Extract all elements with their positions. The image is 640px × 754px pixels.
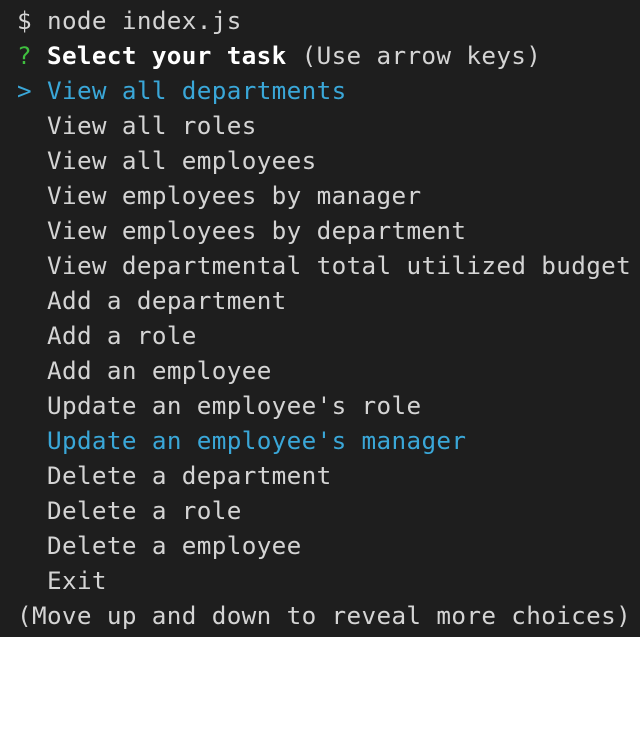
question-hint: (Use arrow keys) [301,41,542,70]
menu-item-label: View employees by manager [47,181,422,210]
menu-item[interactable]: View all roles [0,108,640,143]
menu-item-label: View all departments [47,76,347,105]
menu-item-label: Delete a department [47,461,332,490]
menu-item-label: View all employees [47,146,317,175]
command-text: node index.js [46,6,242,35]
question-line: ? Select your task (Use arrow keys) [0,38,640,73]
menu-item[interactable]: Add a department [0,283,640,318]
menu-item-label: Update an employee's manager [47,426,467,455]
selection-pointer: > [17,76,32,105]
menu-item[interactable]: Delete a employee [0,528,640,563]
menu-item-label: View all roles [47,111,257,140]
menu-item[interactable]: View employees by department [0,213,640,248]
menu-item[interactable]: Delete a department [0,458,640,493]
menu-item[interactable]: View departmental total utilized budget [0,248,640,283]
menu-item[interactable]: Update an employee's manager [0,423,640,458]
menu-item-label: Add a department [47,286,287,315]
menu-item[interactable]: Update an employee's role [0,388,640,423]
menu-item-label: Update an employee's role [47,391,422,420]
menu-item[interactable]: Exit [0,563,640,598]
task-menu[interactable]: > View all departments View all roles View … [0,73,640,598]
question-marker: ? [17,41,32,70]
menu-item[interactable]: > View all departments [0,73,640,108]
menu-item-label: View employees by department [47,216,467,245]
menu-item-label: Add a role [47,321,197,350]
command-line: $ node index.js [0,3,640,38]
menu-item[interactable]: View employees by manager [0,178,640,213]
menu-item-label: Exit [47,566,107,595]
menu-item-label: Delete a employee [47,531,302,560]
menu-item[interactable]: Add an employee [0,353,640,388]
menu-item-label: View departmental total utilized budget [47,251,632,280]
menu-item[interactable]: View all employees [0,143,640,178]
footer-hint: (Move up and down to reveal more choices… [17,601,632,630]
terminal-window: $ node index.js ? Select your task (Use … [0,0,640,637]
menu-item-label: Delete a role [47,496,242,525]
menu-item[interactable]: Add a role [0,318,640,353]
question-text: Select your task [46,41,287,70]
menu-item[interactable]: Delete a role [0,493,640,528]
shell-prompt-symbol: $ [17,6,32,35]
menu-item-label: Add an employee [47,356,272,385]
